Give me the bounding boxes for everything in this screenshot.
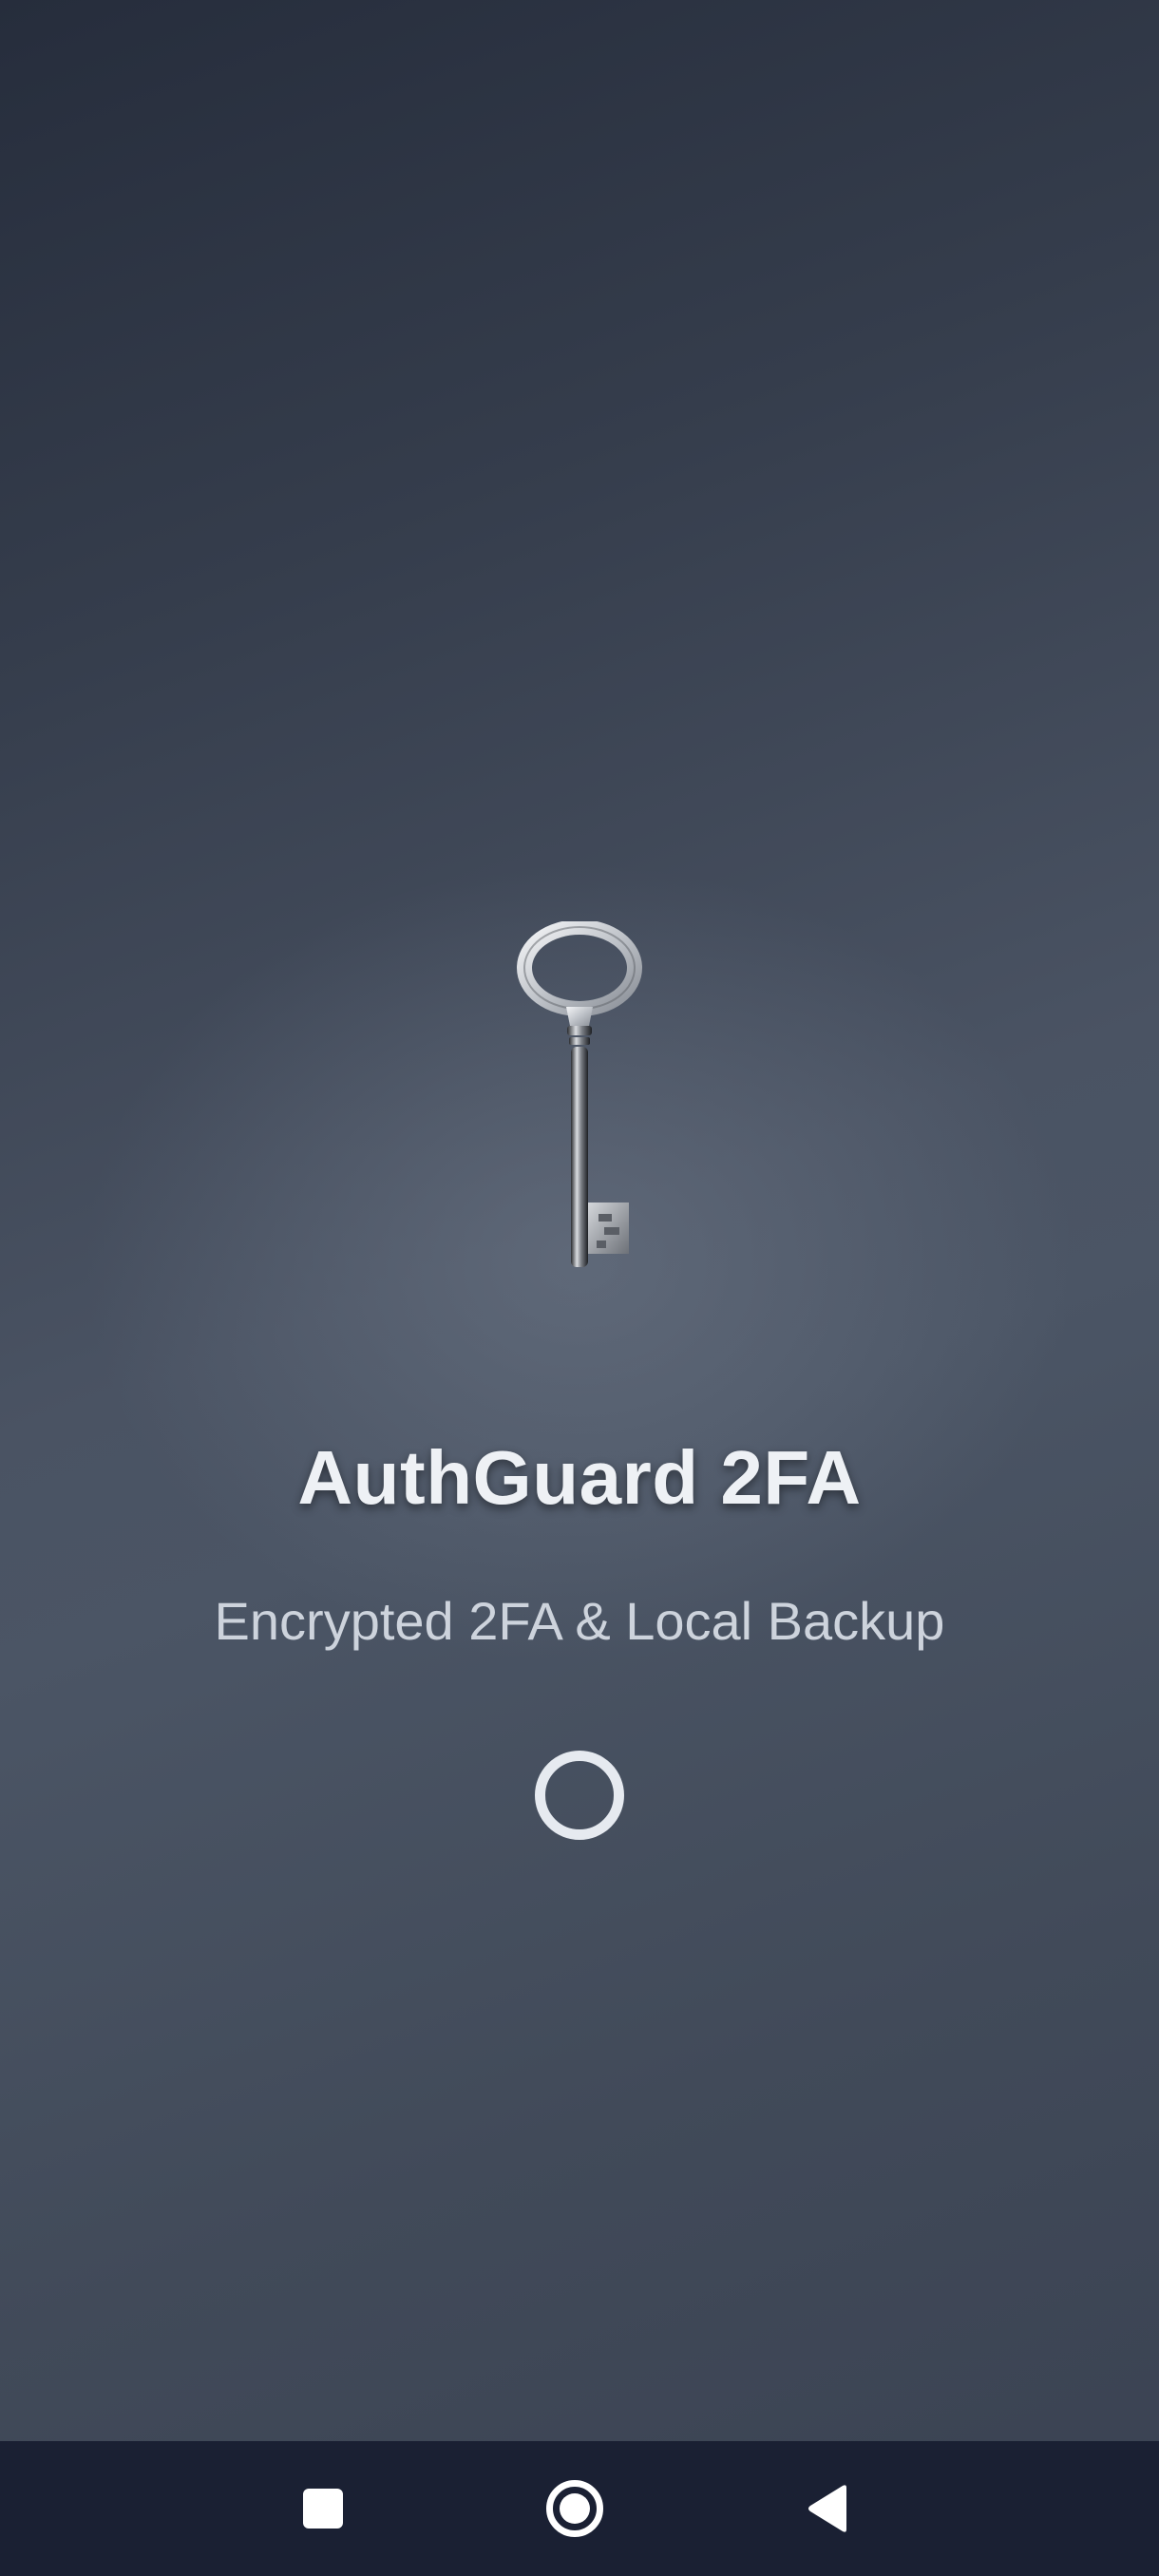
home-button[interactable] [532,2466,618,2551]
app-title: AuthGuard 2FA [297,1435,862,1520]
triangle-back-icon [805,2484,850,2533]
splash-content: AuthGuard 2FA Encrypted 2FA & Local Back… [0,0,1159,2441]
key-icon [504,921,656,1273]
recents-button[interactable] [280,2466,366,2551]
system-navigation-bar [0,2441,1159,2576]
back-button[interactable] [785,2466,870,2551]
splash-screen: AuthGuard 2FA Encrypted 2FA & Local Back… [0,0,1159,2576]
loading-spinner [535,1751,624,1840]
app-subtitle: Encrypted 2FA & Local Backup [214,1591,945,1651]
square-icon [303,2489,343,2529]
circle-home-icon [546,2480,603,2537]
